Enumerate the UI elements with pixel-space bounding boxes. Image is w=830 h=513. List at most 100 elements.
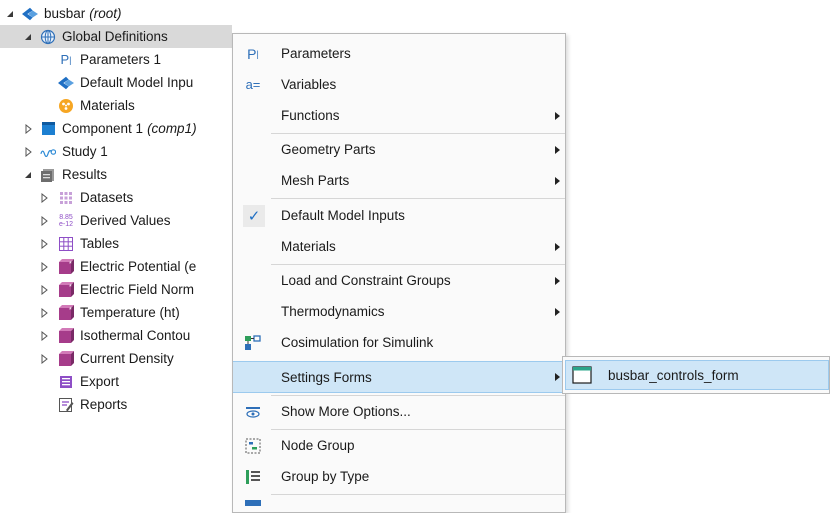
tree-label: Electric Potential (e	[80, 259, 197, 274]
tree-node-export[interactable]: Export	[0, 370, 119, 393]
expand-arrow-icon[interactable]	[38, 284, 50, 296]
cosimulation-icon	[243, 333, 263, 353]
menu-item-node-group[interactable]: Node Group	[233, 430, 565, 461]
menu-label: Geometry Parts	[281, 142, 376, 157]
tree-label: Isothermal Contou	[80, 328, 191, 343]
default-model-inputs-icon	[58, 75, 74, 91]
datasets-icon	[58, 190, 74, 206]
menu-item-functions[interactable]: Functions	[233, 100, 565, 131]
menu-item-variables[interactable]: a= Variables	[233, 69, 565, 100]
plot-group-3d-icon	[58, 350, 74, 367]
tree-node-electric-potential[interactable]: * Electric Potential (e	[0, 255, 196, 278]
tree-node-temperature[interactable]: * Temperature (ht)	[0, 301, 180, 324]
eye-icon	[243, 402, 263, 422]
menu-label: Variables	[281, 77, 337, 92]
root-label: busbar	[44, 6, 86, 21]
check-icon: ✓	[243, 204, 265, 227]
tree-node-parameters[interactable]: P | Parameters 1	[0, 48, 161, 71]
expand-arrow-icon[interactable]	[38, 261, 50, 273]
menu-separator	[271, 198, 565, 199]
tree-label: Global Definitions	[62, 29, 168, 44]
menu-item-settings-forms[interactable]: Settings Forms	[233, 361, 565, 393]
tree-node-root[interactable]: busbar (root)	[0, 2, 122, 25]
submenu-arrow-icon	[555, 307, 560, 316]
menu-label: Parameters	[281, 46, 351, 61]
menu-item-mesh-parts[interactable]: Mesh Parts	[233, 165, 565, 196]
menu-item-cosimulation[interactable]: Cosimulation for Simulink	[233, 327, 565, 358]
menu-item-geometry-parts[interactable]: Geometry Parts	[233, 134, 565, 165]
expand-arrow-icon[interactable]	[38, 307, 50, 319]
table-icon	[58, 236, 74, 252]
plot-group-3d-icon: *	[58, 281, 74, 298]
parameters-icon: P |	[60, 52, 72, 67]
group-by-type-icon	[243, 467, 263, 487]
collapse-arrow-icon[interactable]	[22, 169, 34, 181]
tree-label: Temperature (ht)	[80, 305, 180, 320]
tree-node-default-model-inputs[interactable]: Default Model Inpu	[0, 71, 193, 94]
tree-node-study[interactable]: Study 1	[0, 140, 108, 163]
tree-node-reports[interactable]: Reports	[0, 393, 127, 416]
menu-item-show-more-options[interactable]: Show More Options...	[233, 396, 565, 427]
node-group-icon	[243, 436, 263, 456]
menu-label: Node Group	[281, 438, 355, 453]
expand-arrow-icon[interactable]	[38, 330, 50, 342]
component-icon	[40, 121, 56, 137]
export-icon	[58, 374, 74, 390]
menu-item-group-by-type[interactable]: Group by Type	[233, 461, 565, 492]
tree-node-derived-values[interactable]: 8.85 e-12 Derived Values	[0, 209, 171, 232]
variables-icon: a=	[245, 77, 261, 92]
derived-icon-bottom: e-12	[58, 220, 73, 228]
menu-item-parameters[interactable]: P | Parameters	[233, 38, 565, 69]
tree-label: Electric Field Norm	[80, 282, 195, 297]
expand-arrow-icon[interactable]	[22, 123, 34, 135]
expand-arrow-icon[interactable]	[38, 192, 50, 204]
collapse-arrow-icon[interactable]	[22, 31, 34, 43]
tree-node-results[interactable]: Results	[0, 163, 107, 186]
menu-label: Functions	[281, 108, 340, 123]
menu-label: Materials	[281, 239, 336, 254]
menu-label: Thermodynamics	[281, 304, 385, 319]
menu-item-load-constraint-groups[interactable]: Load and Constraint Groups	[233, 265, 565, 296]
collapse-arrow-icon[interactable]	[4, 8, 16, 20]
menu-item-default-model-inputs[interactable]: ✓ Default Model Inputs	[233, 200, 565, 231]
svg-text:*: *	[69, 284, 72, 291]
menu-label: Group by Type	[281, 469, 370, 484]
expand-arrow-icon[interactable]	[38, 353, 50, 365]
menu-label: Cosimulation for Simulink	[281, 335, 434, 350]
tree-node-tables[interactable]: Tables	[0, 232, 119, 255]
menu-item-materials[interactable]: Materials	[233, 231, 565, 262]
tree-label: Results	[62, 167, 108, 182]
tree-node-current-density[interactable]: Current Density	[0, 347, 174, 370]
derived-icon-top: 8.85	[59, 213, 73, 221]
tree-node-global-definitions[interactable]: Global Definitions	[0, 25, 232, 48]
tree-node-materials[interactable]: Materials	[0, 94, 135, 117]
tree-node-component[interactable]: Component 1 (comp1)	[0, 117, 197, 140]
tree-node-isothermal[interactable]: Isothermal Contou	[0, 324, 190, 347]
tree-node-datasets[interactable]: Datasets	[0, 186, 133, 209]
submenu-arrow-icon	[555, 176, 560, 185]
expand-arrow-icon[interactable]	[38, 215, 50, 227]
tree-label: Component 1	[62, 121, 144, 136]
tree-label: Reports	[80, 397, 128, 412]
menu-label: Mesh Parts	[281, 173, 350, 188]
expand-arrow-icon[interactable]	[22, 146, 34, 158]
tree-node-electric-field[interactable]: * Electric Field Norm	[0, 278, 194, 301]
submenu-arrow-icon	[555, 373, 560, 381]
menu-item-thermodynamics[interactable]: Thermodynamics	[233, 296, 565, 327]
materials-icon	[58, 98, 74, 114]
expand-arrow-icon[interactable]	[38, 238, 50, 250]
svg-text:*: *	[69, 261, 72, 268]
tree-label: Datasets	[80, 190, 134, 205]
submenu-item-busbar-controls-form[interactable]: busbar_controls_form	[565, 360, 829, 390]
menu-label: Settings Forms	[281, 369, 372, 385]
component-suffix: (comp1)	[147, 121, 197, 136]
submenu-label: busbar_controls_form	[608, 367, 739, 383]
menu-label: Default Model Inputs	[281, 208, 405, 223]
menu-separator	[271, 494, 565, 495]
settings-forms-submenu: busbar_controls_form	[562, 356, 830, 394]
root-suffix: (root)	[89, 6, 122, 21]
tree-label: Current Density	[80, 351, 174, 366]
reports-icon	[58, 397, 74, 413]
submenu-arrow-icon	[555, 276, 560, 285]
tree-label: Default Model Inpu	[80, 75, 194, 90]
